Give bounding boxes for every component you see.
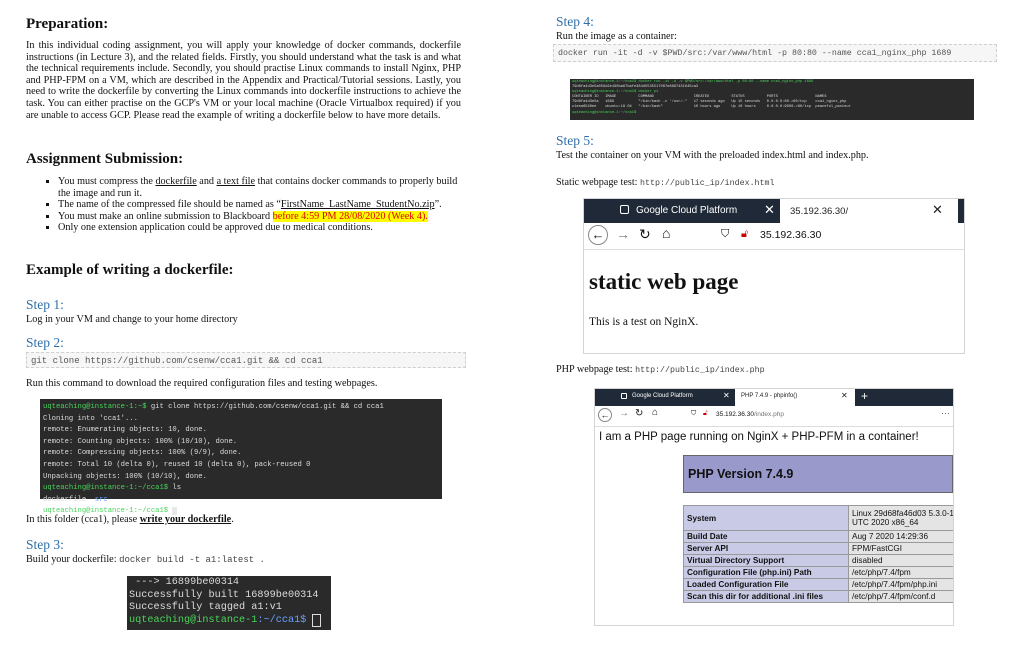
table-row: Server API FPM/FastCGI [683, 542, 953, 555]
step4-code: docker run -it -d -v $PWD/src:/var/www/h… [553, 44, 997, 62]
terminal-docker-build: ---> 16899be00314 Successfully built 168… [127, 576, 331, 630]
tab-phpinfo[interactable]: PHP 7.4.9 - phpinfo() ✕ [735, 389, 855, 406]
step3-heading: Step 3: [26, 537, 64, 552]
static-page-heading: static web page [589, 269, 739, 294]
submission-heading: Assignment Submission: [26, 151, 184, 167]
table-row: System Linux 29d68fa46d03 5.3.0-1 UTC 202… [683, 505, 953, 531]
tab-gcp[interactable]: Google Cloud Platform ✕ [615, 389, 735, 406]
table-row: Build Date Aug 7 2020 14:29:36 [683, 530, 953, 543]
table-row: Configuration File (php.ini) Path/etc/ph… [683, 566, 953, 579]
close-tab-icon[interactable]: ✕ [841, 391, 848, 400]
php-version-banner: PHP Version 7.4.9 [683, 455, 953, 493]
table-row: Scan this dir for additional .ini files /… [683, 590, 953, 603]
back-icon[interactable]: ← [588, 225, 608, 245]
step2-code: git clone https://github.com/csenw/cca1.… [26, 352, 466, 368]
reload-icon[interactable]: ↻ [635, 408, 643, 419]
bullet-filename: The name of the compressed file should b… [58, 199, 464, 211]
shield-icon: ⛉ [691, 410, 697, 417]
back-icon[interactable]: ← [598, 408, 612, 422]
close-tab-icon[interactable]: ✕ [764, 202, 775, 218]
step4-text: Run the image as a container: [556, 31, 677, 42]
step4-heading: Step 4: [556, 14, 594, 29]
bullet-compress: You must compress the dockerfile and a t… [58, 176, 464, 199]
home-icon[interactable]: ⌂ [662, 225, 670, 241]
address-bar[interactable]: 35.192.36.30 [760, 229, 821, 241]
tab-static-page[interactable]: 35.192.36.30/ ✕ [780, 199, 958, 223]
step1-heading: Step 1: [26, 297, 64, 312]
step2-text: Run this command to download the require… [26, 378, 378, 389]
gcp-tab-icon [620, 205, 629, 214]
bullet-extension: Only one extension application could be … [58, 222, 464, 234]
home-icon[interactable]: ⌂ [652, 407, 658, 418]
preparation-paragraph: In this individual coding assignment, yo… [26, 40, 461, 121]
php-intro-text: I am a PHP page running on NginX + PHP-P… [599, 431, 919, 443]
step5-heading: Step 5: [556, 133, 594, 148]
step1-text: Log in your VM and change to your home d… [26, 314, 238, 325]
static-test-label: Static webpage test: http://public_ip/in… [556, 177, 775, 188]
nav-bar: ← → ↻ ⌂ ⛉ 🔓︎ 35.192.36.30/index.php ··· [595, 406, 953, 427]
insecure-lock-icon: 🔓︎ [741, 228, 749, 240]
address-bar[interactable]: 35.192.36.30/index.php [716, 411, 784, 418]
folder-instruction: In this folder (cca1), please write your… [26, 514, 234, 525]
submission-list: You must compress the dockerfile and a t… [26, 176, 464, 234]
phpinfo-table: System Linux 29d68fa46d03 5.3.0-1 UTC 202… [683, 505, 953, 603]
browser-php: Google Cloud Platform ✕ PHP 7.4.9 - phpi… [594, 388, 954, 626]
forward-icon[interactable]: → [616, 226, 630, 242]
static-page-text: This is a test on NginX. [589, 316, 699, 328]
bullet-deadline: You must make an online submission to Bl… [58, 210, 464, 223]
php-test-label: PHP webpage test: http://public_ip/index… [556, 364, 765, 375]
insecure-lock-icon: 🔓︎ [703, 410, 708, 417]
step3-text: Build your dockerfile: docker build -t a… [26, 554, 265, 565]
new-tab-icon[interactable]: + [861, 389, 868, 403]
terminal-docker-run: uqteaching@instance-1:~/cca1$ docker run… [570, 79, 974, 120]
nav-bar: ← → ↻ ⌂ ⛉ 🔓︎ 35.192.36.30 [584, 223, 964, 250]
gcp-tab-icon [621, 393, 627, 399]
forward-icon[interactable]: → [619, 408, 629, 419]
browser-static: Google Cloud Platform ✕ 35.192.36.30/ ✕ … [583, 198, 965, 354]
more-menu-icon[interactable]: ··· [941, 408, 950, 418]
table-row: Virtual Directory Support disabled [683, 554, 953, 567]
terminal-git-clone: uqteaching@instance-1:~$ git clone https… [40, 399, 442, 516]
preparation-heading: Preparation: [26, 16, 109, 32]
step2-heading: Step 2: [26, 335, 64, 350]
close-tab-icon[interactable]: ✕ [723, 391, 730, 400]
tab-gcp[interactable]: Google Cloud Platform ✕ [612, 199, 790, 223]
reload-icon[interactable]: ↻ [639, 226, 651, 243]
step5-text: Test the container on your VM with the p… [556, 150, 869, 161]
shield-icon: ⛉ [721, 228, 730, 240]
close-tab-icon[interactable]: ✕ [932, 202, 943, 218]
example-heading: Example of writing a dockerfile: [26, 262, 234, 278]
table-row: Loaded Configuration File/etc/php/7.4/fp… [683, 578, 953, 591]
